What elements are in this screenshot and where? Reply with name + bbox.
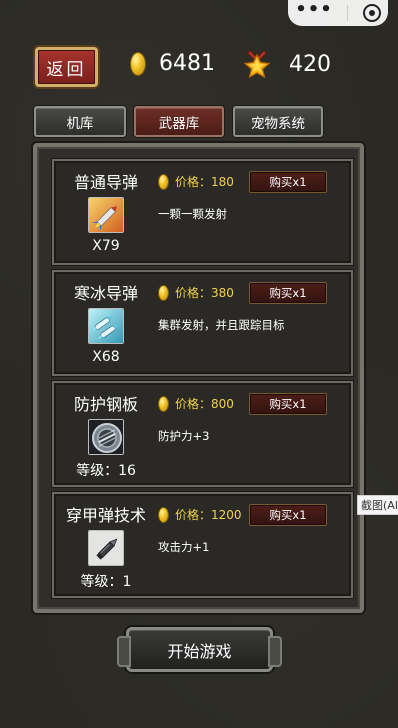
shop-panel: 普通导弹 X79 价格：180 购买x1 一颗一颗发射 寒冰导弹 X68 价格：… (33, 143, 364, 613)
shop-item: 防护钢板 等级：16 价格：800 购买x1 防护力+3 (52, 381, 353, 487)
item-count: X68 (92, 349, 120, 365)
gold-coin-icon (158, 506, 169, 523)
item-level: 等级：1 (80, 574, 132, 590)
tab-pet-system[interactable]: 宠物系统 (233, 106, 323, 137)
tab-hangar[interactable]: 机库 (34, 106, 126, 137)
price-label: 价格：800 (175, 397, 234, 411)
price-tag: 价格：380 (158, 284, 234, 301)
record-circle-icon[interactable] (362, 4, 381, 22)
start-game-button[interactable]: 开始游戏 (117, 627, 282, 672)
price-label: 价格：180 (175, 175, 234, 189)
shop-item: 寒冰导弹 X68 价格：380 购买x1 集群发射，并且跟踪目标 (52, 270, 353, 376)
item-description: 一颗一颗发射 (158, 207, 227, 221)
screenshot-tooltip: 截图(Al (357, 495, 398, 515)
star-medal-icon (243, 50, 271, 79)
price-tag: 价格：1200 (158, 506, 242, 523)
armor-plate-icon (88, 419, 124, 455)
capsule-divider (347, 5, 349, 21)
star-value: 420 (289, 51, 331, 77)
gold-value: 6481 (159, 51, 215, 76)
more-dots-icon[interactable]: ••• (295, 1, 333, 19)
back-button[interactable]: 返回 (35, 47, 98, 87)
miniprogram-capsule: ••• (288, 0, 388, 26)
buy-button[interactable]: 购买x1 (249, 393, 327, 415)
item-description: 防护力+3 (158, 429, 210, 443)
buy-button[interactable]: 购买x1 (249, 171, 327, 193)
tab-arsenal[interactable]: 武器库 (134, 106, 224, 137)
item-name: 寒冰导弹 (73, 284, 138, 303)
price-label: 价格：380 (175, 286, 234, 300)
gold-coin-icon (130, 51, 146, 76)
item-count: X79 (92, 238, 120, 254)
price-label: 价格：1200 (175, 508, 242, 522)
buy-button[interactable]: 购买x1 (249, 282, 327, 304)
armor-piercing-bullet-icon (88, 530, 124, 566)
price-tag: 价格：800 (158, 395, 234, 412)
gold-coin-icon (158, 284, 169, 301)
item-name: 穿甲弹技术 (65, 506, 146, 525)
shop-item: 普通导弹 X79 价格：180 购买x1 一颗一颗发射 (52, 159, 353, 265)
item-description: 集群发射，并且跟踪目标 (158, 318, 285, 332)
price-tag: 价格：180 (158, 173, 234, 190)
item-level: 等级：16 (76, 463, 136, 479)
item-name: 防护钢板 (73, 395, 138, 414)
ice-missile-icon (88, 308, 124, 344)
gold-coin-icon (158, 395, 169, 412)
buy-button[interactable]: 购买x1 (249, 504, 327, 526)
gold-counter: 6481 (130, 51, 215, 76)
gold-coin-icon (158, 173, 169, 190)
star-counter: 420 (243, 50, 331, 79)
item-name: 普通导弹 (73, 173, 138, 192)
shop-item: 穿甲弹技术 等级：1 价格：1200 购买x1 攻击力+1 (52, 492, 353, 598)
missile-icon (88, 197, 124, 233)
item-description: 攻击力+1 (158, 540, 210, 554)
